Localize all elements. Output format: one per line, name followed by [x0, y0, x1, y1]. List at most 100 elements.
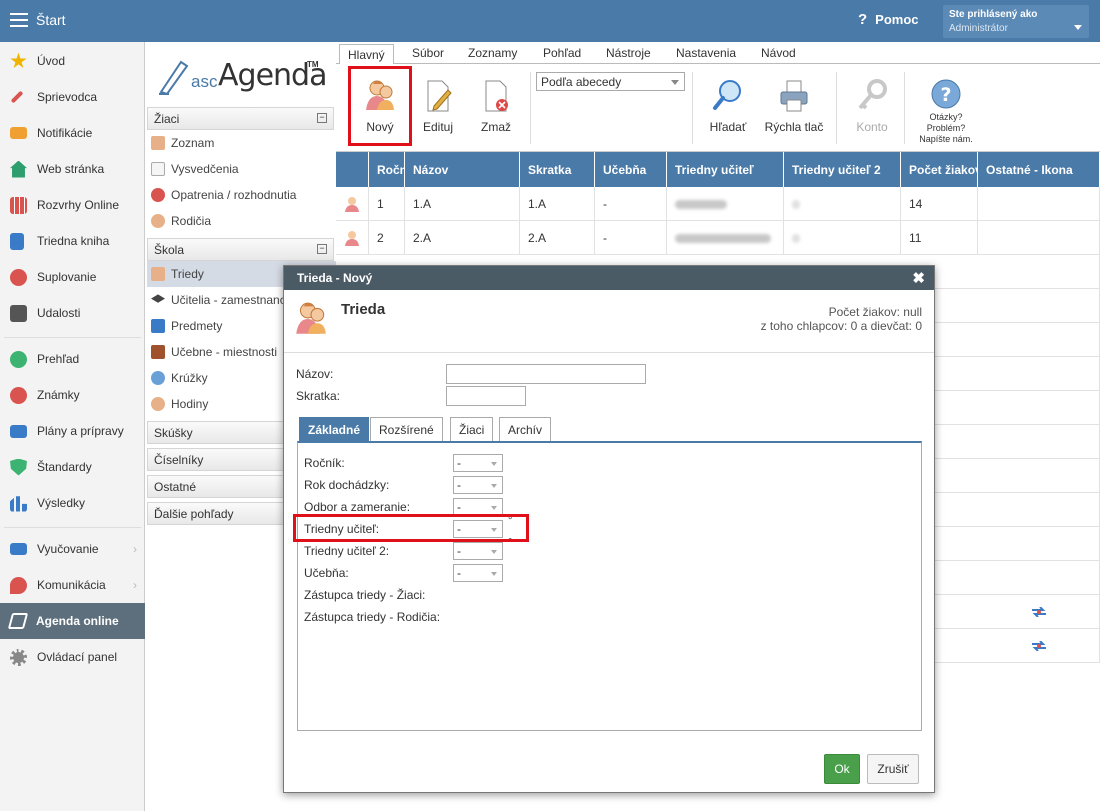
- tab-rozsirene[interactable]: Rozšírené: [370, 417, 443, 441]
- collapse-icon[interactable]: −: [317, 244, 327, 254]
- ribbon-divider: [904, 72, 905, 144]
- wand-icon: [10, 90, 24, 104]
- redacted-text: [675, 233, 771, 243]
- tab-zakladne[interactable]: Základné: [299, 417, 370, 441]
- nav-item-web[interactable]: Web stránka: [0, 151, 145, 187]
- nav-item-prehlad[interactable]: Prehľad: [0, 341, 145, 377]
- table-row[interactable]: 2 2.A 2.A - 11: [336, 221, 1100, 255]
- key-icon: [858, 79, 887, 110]
- cell-triedny-ucitel: [667, 221, 784, 255]
- home-icon: [10, 160, 27, 178]
- ok-button[interactable]: Ok: [824, 754, 860, 784]
- col-header-rocnik[interactable]: Ročník: [369, 152, 405, 187]
- nav-item-suplovanie[interactable]: Suplovanie: [0, 259, 145, 295]
- nav-item-uvod[interactable]: Úvod: [0, 43, 145, 79]
- tab-navod[interactable]: Návod: [761, 46, 796, 60]
- section-skola[interactable]: Škola −: [147, 238, 334, 261]
- sub-item-vysvedcenia[interactable]: Vysvedčenia: [147, 156, 336, 182]
- briefcase-icon: [10, 424, 27, 438]
- help-button[interactable]: ? Pomoc: [858, 11, 919, 28]
- tab-archiv[interactable]: Archív: [499, 417, 552, 441]
- cell-ucebna: -: [595, 221, 667, 255]
- chevron-down-icon: [1074, 25, 1082, 30]
- col-header-skratka[interactable]: Skratka: [520, 152, 595, 187]
- envelope-icon: [10, 127, 27, 139]
- menu-icon[interactable]: [10, 13, 28, 27]
- edit-button[interactable]: Edituj: [408, 72, 468, 142]
- sub-item-opatrenia[interactable]: Opatrenia / rozhodnutia: [147, 182, 336, 208]
- cell-ostatne: [978, 527, 1100, 561]
- delete-button[interactable]: Zmaž: [466, 72, 526, 142]
- nav-item-notifikacie[interactable]: Notifikácie: [0, 115, 145, 151]
- nav-item-ovladaci-panel[interactable]: Ovládací panel: [0, 639, 145, 675]
- asc-agenda-logo: asc Agenda TM: [157, 52, 332, 102]
- tab-nastavenia[interactable]: Nastavenia: [676, 46, 736, 60]
- table-row[interactable]: 1 1.A 1.A - 14: [336, 187, 1100, 221]
- tab-zoznamy[interactable]: Zoznamy: [468, 46, 517, 60]
- chat-icon: [10, 576, 27, 594]
- nav-item-udalosti[interactable]: Udalosti: [0, 295, 145, 331]
- nav-item-agenda-online[interactable]: Agenda online: [0, 603, 145, 639]
- account-button[interactable]: Konto: [842, 72, 902, 142]
- start-link[interactable]: Štart: [36, 12, 66, 28]
- cell-ostatne: [978, 459, 1100, 493]
- ucebna-select[interactable]: -: [453, 564, 503, 582]
- sub-item-zoznam[interactable]: Zoznam: [147, 130, 336, 156]
- redacted-text: [792, 233, 800, 243]
- magnifier-icon: [713, 80, 741, 110]
- col-header-nazov[interactable]: Názov: [405, 152, 520, 187]
- tab-ziaci[interactable]: Žiaci: [450, 417, 494, 441]
- nav-item-triedna-kniha[interactable]: Triedna kniha: [0, 223, 145, 259]
- nav-item-komunikacia[interactable]: Komunikácia ›: [0, 567, 145, 603]
- quick-print-button[interactable]: Rýchla tlač: [764, 72, 824, 142]
- cell-ostatne: [978, 595, 1100, 629]
- section-ziaci[interactable]: Žiaci −: [147, 107, 334, 130]
- col-header-pocet-ziakov[interactable]: Počet žiakov: [901, 152, 978, 187]
- sort-select[interactable]: Podľa abecedy: [536, 72, 685, 91]
- col-header-ostatne-ikona[interactable]: Ostatné - Ikona: [978, 152, 1100, 187]
- triedny-ucitel-2-select[interactable]: -: [453, 542, 503, 560]
- class-icon: [296, 302, 326, 334]
- nav-item-vysledky[interactable]: Výsledky: [0, 485, 145, 521]
- field-label-rocnik: Ročník:: [304, 456, 345, 470]
- tab-subor[interactable]: Súbor: [412, 46, 444, 60]
- cell-nazov: 1.A: [405, 187, 520, 221]
- swap-arrows-icon[interactable]: [1031, 607, 1047, 617]
- nav-item-rozvrhy[interactable]: Rozvrhy Online: [0, 187, 145, 223]
- calendar-grid-icon: [10, 196, 27, 214]
- close-icon[interactable]: ✖: [912, 269, 925, 287]
- nav-item-standardy[interactable]: Štandardy: [0, 449, 145, 485]
- question-icon: ?: [858, 11, 868, 28]
- cell-ostatne: [978, 493, 1100, 527]
- rok-dochadzky-select[interactable]: -: [453, 476, 503, 494]
- short-input[interactable]: [446, 386, 526, 406]
- name-input[interactable]: [446, 364, 646, 384]
- collapse-icon[interactable]: −: [317, 113, 327, 123]
- user-menu[interactable]: Ste prihlásený ako Administrátor: [943, 5, 1089, 38]
- col-header-ucebna[interactable]: Učebňa: [595, 152, 667, 187]
- parents-icon: [151, 214, 165, 228]
- cancel-button[interactable]: Zrušiť: [867, 754, 919, 784]
- sub-item-rodicia[interactable]: Rodičia: [147, 208, 336, 234]
- nav-item-znamky[interactable]: Známky: [0, 377, 145, 413]
- name-label: Názov:: [296, 367, 334, 381]
- tab-hlavny[interactable]: Hlavný: [339, 44, 394, 65]
- rocnik-select[interactable]: -: [453, 454, 503, 472]
- nav-item-sprievodca[interactable]: Sprievodca: [0, 79, 145, 115]
- pen-icon: [7, 613, 29, 629]
- left-nav: Úvod Sprievodca Notifikácie Web stránka …: [0, 42, 145, 811]
- nav-item-plany[interactable]: Plány a prípravy: [0, 413, 145, 449]
- class-icon: [151, 267, 165, 281]
- col-header-triedny-ucitel-2[interactable]: Triedny učiteľ 2: [784, 152, 901, 187]
- col-header-triedny-ucitel[interactable]: Triedny učiteľ: [667, 152, 784, 187]
- divider: [284, 352, 934, 353]
- gear-icon: [10, 648, 27, 666]
- cell-triedny-ucitel: [667, 187, 784, 221]
- tab-pohlad[interactable]: Pohľad: [543, 46, 581, 60]
- logo-pen-icon: [159, 60, 189, 96]
- tab-nastroje[interactable]: Nástroje: [606, 46, 651, 60]
- nav-item-vyucovanie[interactable]: Vyučovanie ›: [0, 531, 145, 567]
- find-button[interactable]: Hľadať: [698, 72, 758, 142]
- swap-arrows-icon[interactable]: [1031, 641, 1047, 651]
- svg-text:?: ?: [940, 84, 951, 106]
